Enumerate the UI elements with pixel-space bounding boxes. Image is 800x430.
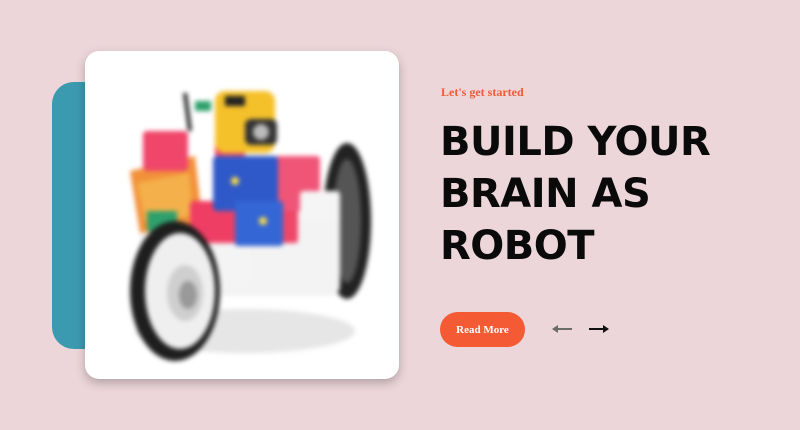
carousel-next-button[interactable] <box>587 319 611 339</box>
hero-title: BUILD YOUR BRAIN AS ROBOT <box>440 119 711 269</box>
read-more-button[interactable]: Read More <box>440 312 525 347</box>
hero-image-card <box>85 51 399 379</box>
eyebrow-text: Let's get started <box>441 85 524 99</box>
arrow-right-icon <box>589 325 609 333</box>
arrow-left-icon <box>552 325 572 333</box>
carousel-prev-button[interactable] <box>550 319 574 339</box>
robot-toy-image <box>130 91 371 361</box>
